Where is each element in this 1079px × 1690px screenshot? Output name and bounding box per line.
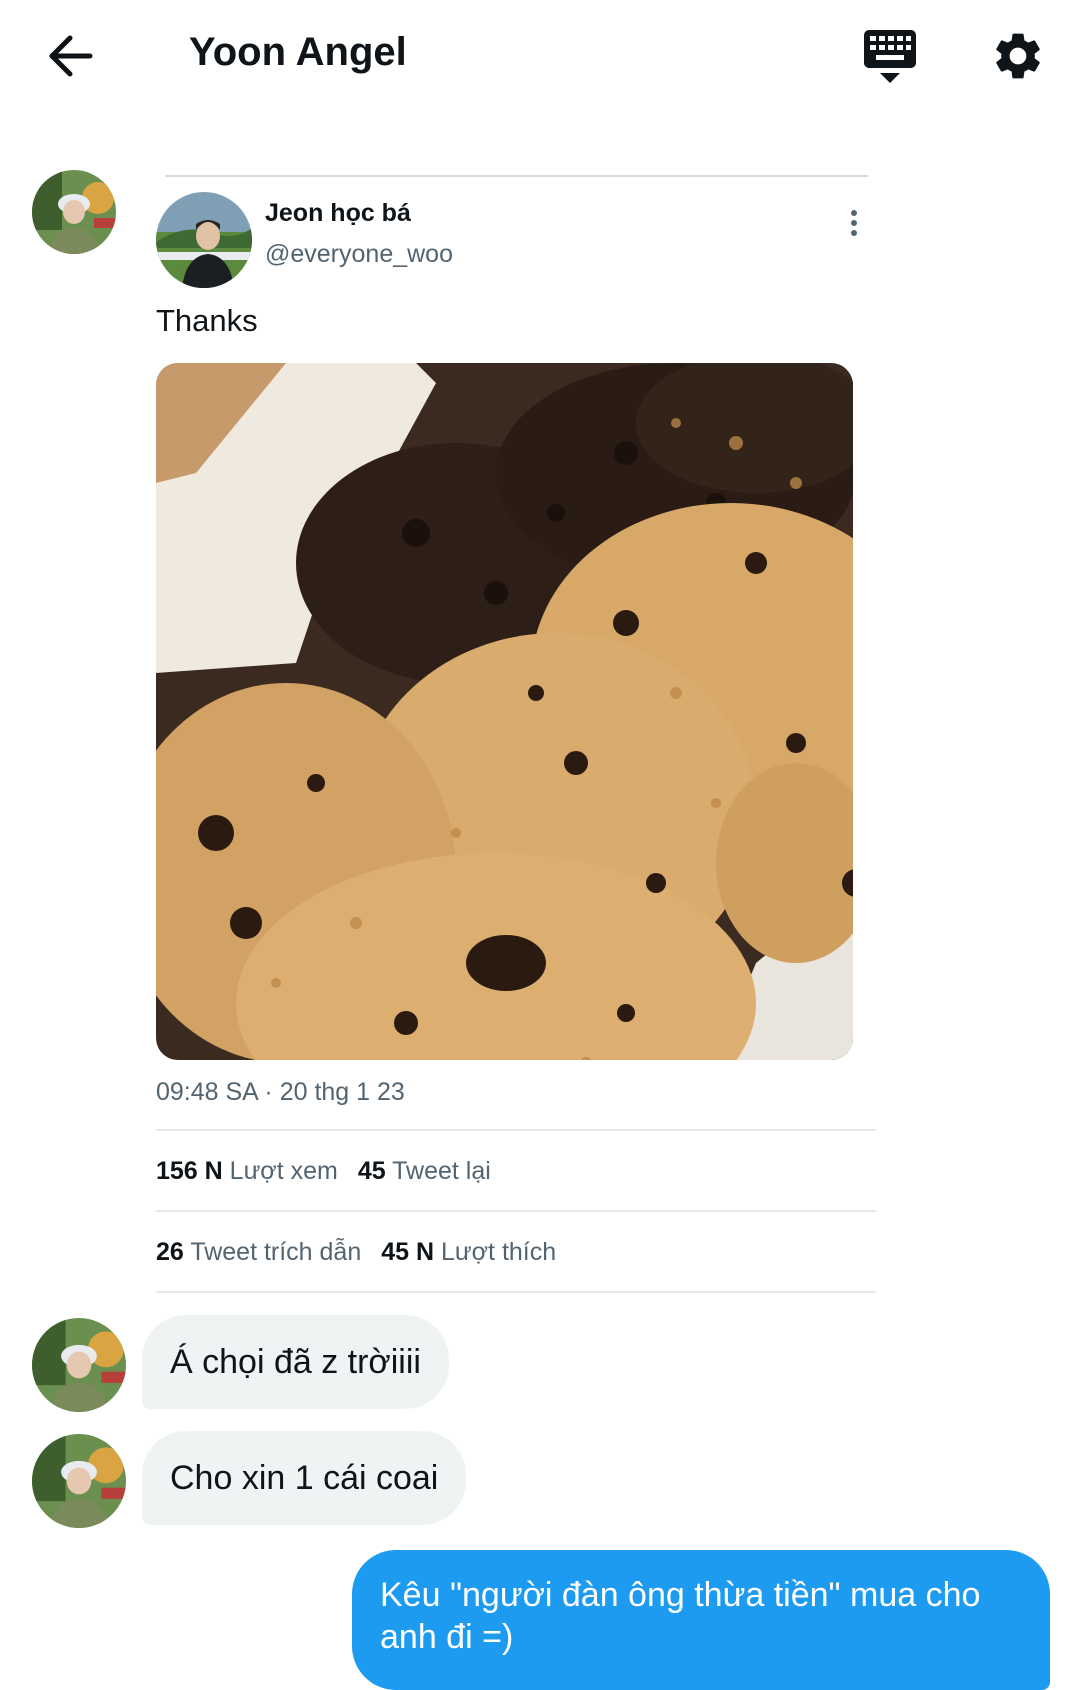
conversation-header: Yoon Angel [0, 0, 1079, 110]
quotes-stat[interactable]: 26 Tweet trích dẫn [156, 1238, 361, 1266]
divider [156, 1210, 876, 1212]
quotes-count: 26 [156, 1238, 184, 1266]
message-bubble-incoming[interactable]: Á chọi đã z trờiiii [142, 1315, 449, 1409]
more-vertical-icon [851, 210, 857, 236]
author-photo-icon [156, 192, 252, 288]
tweet-timestamp: 09:48 SA · 20 thg 1 23 [156, 1078, 405, 1106]
retweets-stat[interactable]: 45 Tweet lại [358, 1157, 491, 1185]
cookies-photo-icon [156, 363, 853, 1060]
gear-icon [996, 33, 1040, 79]
views-stat[interactable]: 156 N Lượt xem [156, 1157, 338, 1185]
avatar-photo-icon [32, 170, 116, 254]
avatar-photo-icon [32, 1434, 126, 1528]
tweet-more-button[interactable] [842, 206, 866, 242]
quotes-label: Tweet trích dẫn [190, 1238, 362, 1266]
tweet-card-border [165, 175, 868, 177]
tweet-author-avatar[interactable] [156, 192, 252, 288]
likes-count: 45 N [381, 1238, 435, 1266]
retweets-count: 45 [357, 1157, 386, 1185]
views-count: 156 N [156, 1157, 223, 1185]
back-button[interactable] [44, 30, 104, 82]
tweet-image[interactable] [156, 363, 853, 1060]
tweet-stats-row-1: 156 N Lượt xem 45 Tweet lại [156, 1157, 491, 1186]
likes-stat[interactable]: 45 N Lượt thích [381, 1238, 556, 1266]
keyboard-icon [864, 30, 916, 83]
arrow-left-icon [49, 35, 93, 77]
tweet-author-handle[interactable]: @everyone_woo [265, 240, 453, 269]
views-label: Lượt xem [229, 1157, 338, 1185]
retweets-label: Tweet lại [392, 1157, 491, 1185]
tweet-stats-row-2: 26 Tweet trích dẫn 45 N Lượt thích [156, 1238, 556, 1267]
avatar-photo-icon [32, 1318, 126, 1412]
conversation-title: Yoon Angel [189, 30, 407, 74]
divider [156, 1291, 876, 1293]
sender-avatar[interactable] [32, 1434, 126, 1528]
sender-avatar[interactable] [32, 170, 116, 254]
likes-label: Lượt thích [441, 1238, 557, 1266]
keyboard-button[interactable] [862, 28, 918, 86]
message-bubble-outgoing[interactable]: Kêu "người đàn ông thừa tiền" mua cho an… [352, 1550, 1050, 1690]
tweet-text: Thanks [156, 303, 258, 338]
tweet-author-name[interactable]: Jeon học bá [265, 199, 411, 228]
divider [156, 1129, 876, 1131]
sender-avatar[interactable] [32, 1318, 126, 1412]
message-bubble-incoming[interactable]: Cho xin 1 cái coai [142, 1431, 467, 1525]
settings-button[interactable] [990, 28, 1046, 84]
